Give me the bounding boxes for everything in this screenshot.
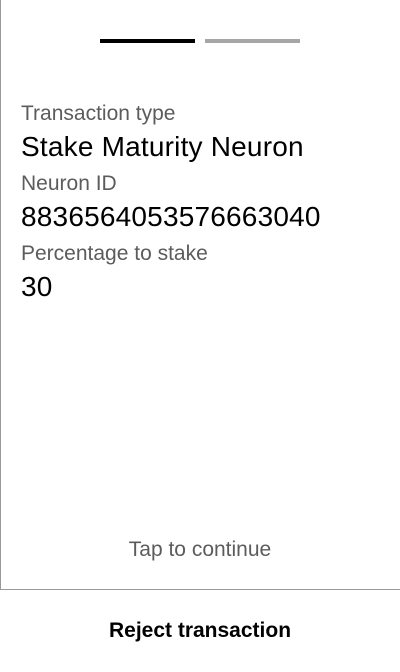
field-percentage-to-stake: Percentage to stake 30 xyxy=(21,240,379,306)
field-value: 8836564053576663040 xyxy=(21,201,321,232)
field-label: Percentage to stake xyxy=(21,242,208,265)
tap-to-continue[interactable]: Tap to continue xyxy=(0,536,400,564)
field-transaction-type: Transaction type Stake Maturity Neuron xyxy=(21,100,379,166)
page-indicator-dot-2 xyxy=(205,39,300,43)
field-label: Neuron ID xyxy=(21,172,117,195)
left-border xyxy=(0,0,1,590)
transaction-details: Transaction type Stake Maturity Neuron N… xyxy=(21,100,379,308)
field-value: 30 xyxy=(21,271,53,302)
field-neuron-id: Neuron ID 8836564053576663040 xyxy=(21,170,379,236)
reject-transaction-button[interactable]: Reject transaction xyxy=(0,590,400,672)
page-indicator xyxy=(100,39,300,43)
field-value: Stake Maturity Neuron xyxy=(21,131,304,162)
page-indicator-dot-1 xyxy=(100,39,195,43)
field-label: Transaction type xyxy=(21,102,176,125)
